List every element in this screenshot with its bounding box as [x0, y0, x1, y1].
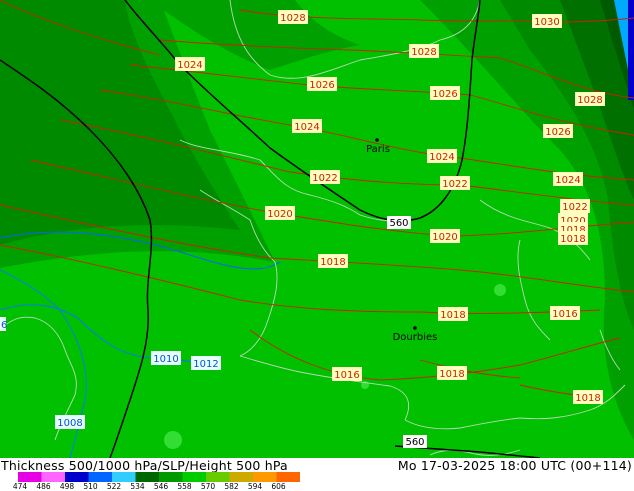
colorbar-cell	[159, 472, 183, 482]
colorbar-cell	[229, 472, 254, 482]
colorbar-cell	[135, 472, 160, 482]
isobar-label: 1024	[294, 122, 319, 133]
weather-map: 1030 1028 1028 1026 1026 1028 1024 1026 …	[0, 0, 634, 458]
city-label-paris: Paris	[366, 144, 390, 155]
thickness-blob	[494, 284, 506, 296]
height-label: 560	[405, 437, 424, 448]
isobar-label: 1020	[432, 232, 457, 243]
isobar-label: 1024	[177, 60, 202, 71]
colorbar-cell	[88, 472, 113, 482]
thickness-blob	[164, 431, 182, 449]
isobar-label: 1010	[153, 354, 178, 365]
isobar-label: 1018	[440, 310, 465, 321]
isobar-label: 1018	[560, 234, 585, 245]
legend-footer: Thickness 500/1000 hPa/SLP/Height 500 hP…	[0, 458, 634, 491]
isobar-label: 1024	[429, 152, 454, 163]
colorbar-cell	[206, 472, 230, 482]
colorbar-cell	[65, 472, 89, 482]
colorbar-cell	[253, 472, 277, 482]
isobar-label: 1026	[545, 127, 570, 138]
city-marker	[413, 326, 417, 330]
isobar-label: 6	[1, 320, 7, 331]
isobar-label: 1028	[577, 95, 602, 106]
isobar-label: 1026	[309, 80, 334, 91]
height-label: 560	[389, 218, 408, 229]
isobar-label: 1020	[267, 209, 292, 220]
city-label-dourbies: Dourbies	[393, 332, 438, 343]
isobar-label: 1018	[320, 257, 345, 268]
isobar-label: 1008	[57, 418, 82, 429]
valid-time: Mo 17-03-2025 18:00 UTC (00+114)	[397, 458, 632, 473]
isobar-label: 1016	[334, 370, 359, 381]
colorbar-cell	[182, 472, 207, 482]
colorbar-cell	[276, 472, 300, 482]
map-title: Thickness 500/1000 hPa/SLP/Height 500 hP…	[1, 458, 288, 473]
isobar-label: 1022	[312, 173, 337, 184]
isobar-label: 1028	[280, 13, 305, 24]
colorbar	[18, 472, 300, 482]
isobar-label: 1028	[411, 47, 436, 58]
isobar-label: 1024	[555, 175, 580, 186]
colorbar-cell	[41, 472, 66, 482]
colorbar-cell	[112, 472, 136, 482]
isobar-label: 1022	[562, 202, 587, 213]
colorbar-cell	[18, 472, 42, 482]
isobar-label: 1018	[439, 369, 464, 380]
isobar-label: 1022	[442, 179, 467, 190]
city-marker	[375, 138, 379, 142]
thickness-band-darkblue-east	[628, 0, 634, 100]
isobar-label: 1016	[552, 309, 577, 320]
isobar-label: 1012	[193, 359, 218, 370]
isobar-label: 1026	[432, 89, 457, 100]
isobar-label: 1018	[575, 393, 600, 404]
isobar-label: 1030	[534, 17, 559, 28]
